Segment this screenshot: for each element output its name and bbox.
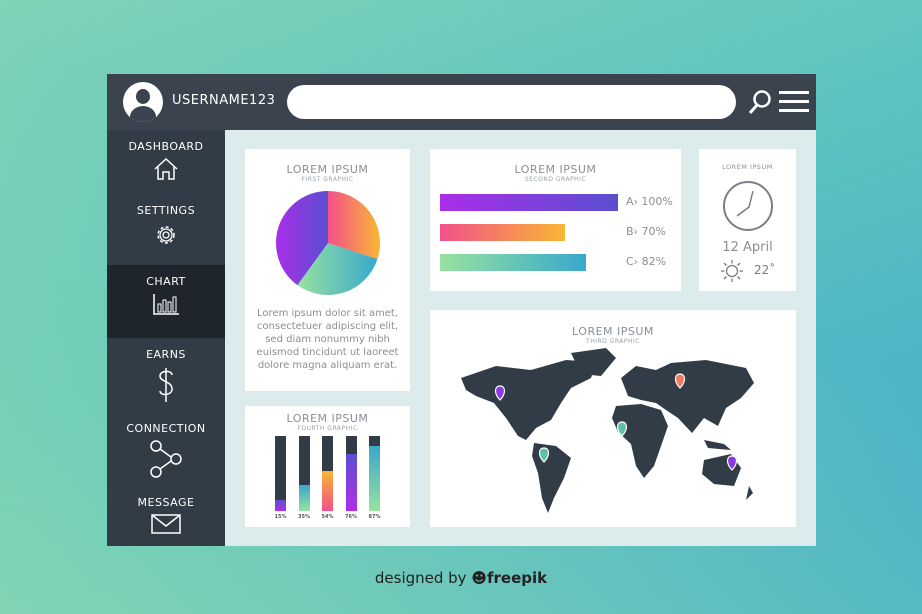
bar-label: B› 70% (626, 225, 666, 238)
bar-a (440, 194, 618, 211)
date-text: 12 April (722, 240, 773, 255)
sidebar-item-message[interactable]: MESSAGE (107, 486, 225, 558)
sun-icon (721, 260, 743, 282)
gear-icon (157, 226, 175, 244)
third-graphic-card: LOREM IPSUM THIRD GRAPHIC (430, 310, 796, 527)
envelope-icon (151, 514, 181, 534)
card-title: LOREM IPSUM (286, 412, 369, 425)
description-text: Lorem ipsum dolor sit amet, consectetuer… (256, 308, 399, 371)
top-bar: USERNAME123 (107, 74, 816, 130)
vertical-bar (275, 436, 286, 511)
sidebar-item-label: CONNECTION (126, 422, 206, 435)
bar-value-label: 35% (298, 514, 310, 520)
card-title: LOREM IPSUM (722, 163, 773, 171)
vertical-bar (322, 436, 333, 511)
bar-label: A› 100% (626, 195, 673, 208)
vertical-bar (298, 436, 310, 511)
sidebar-item-label: SETTINGS (136, 204, 196, 217)
vertical-bar (345, 436, 357, 511)
clock-icon (723, 181, 773, 231)
dollar-icon (159, 368, 173, 402)
card-title: LOREM IPSUM (572, 325, 654, 338)
second-graphic-card: LOREM IPSUM SECOND GRAPHIC A› 100% B› 70%… (430, 149, 681, 291)
sidebar: DASHBOARD SETTINGS CHART EARNS CONNECTIO… (107, 130, 225, 546)
footer-brand: freepik (486, 569, 548, 587)
username: USERNAME123 (172, 93, 276, 108)
fourth-graphic-card: LOREM IPSUM FOURTH GRAPHIC 15% 35% 54% 76% 8… (245, 406, 410, 527)
bar-value-label: 54% (321, 514, 334, 520)
sidebar-item-earns[interactable]: EARNS (107, 338, 225, 410)
menu-icon[interactable] (779, 90, 809, 114)
bar-value-label: 87% (368, 514, 381, 520)
bar-value-label: 15% (274, 514, 287, 520)
footer-credit: designed by ☻freepik (0, 569, 922, 587)
sidebar-item-label: CHART (146, 275, 186, 288)
world-map (461, 348, 754, 513)
card-subtitle: SECOND GRAPHIC (524, 176, 587, 183)
card-title: LOREM IPSUM (286, 163, 369, 176)
bar-chart-icon (153, 294, 179, 315)
vertical-bar (369, 436, 380, 511)
search-input[interactable] (287, 85, 736, 119)
bar-value-label: 76% (345, 514, 357, 520)
sidebar-item-connection[interactable]: CONNECTION (107, 412, 225, 484)
home-icon (154, 157, 178, 180)
clock-card: LOREM IPSUM 12 April 22˚ (699, 149, 796, 291)
user-avatar-icon[interactable] (123, 82, 163, 122)
bar-c (440, 254, 586, 271)
bar-b (440, 224, 565, 241)
sidebar-item-label: EARNS (146, 348, 186, 361)
bar-fill (275, 499, 286, 511)
sidebar-item-settings[interactable]: SETTINGS (107, 194, 225, 266)
card-title: LOREM IPSUM (514, 163, 597, 176)
footer-prefix: designed by (374, 569, 467, 587)
share-icon (150, 440, 182, 478)
first-graphic-card: LOREM IPSUM FIRST GRAPHIC Lorem ipsum do… (245, 149, 410, 391)
card-subtitle: FOURTH GRAPHIC (297, 425, 358, 432)
sidebar-item-dashboard[interactable]: DASHBOARD (107, 130, 225, 202)
freepik-logo-icon: ☻ (471, 569, 487, 587)
bar-fill (369, 445, 380, 511)
sidebar-item-label: DASHBOARD (128, 140, 204, 153)
search-icon[interactable] (747, 88, 773, 116)
sidebar-item-chart[interactable]: CHART (107, 265, 225, 338)
sidebar-item-label: MESSAGE (137, 496, 195, 509)
bar-fill (322, 470, 333, 511)
bar-fill (298, 484, 310, 511)
bar-fill (345, 454, 357, 511)
bar-label: C› 82% (626, 255, 667, 268)
temperature-text: 22˚ (754, 263, 776, 277)
card-subtitle: FIRST GRAPHIC (301, 176, 354, 183)
card-subtitle: THIRD GRAPHIC (586, 338, 640, 345)
dashboard-window: USERNAME123 DASHBOARD SETTINGS CHART EAR… (107, 74, 816, 546)
pie-chart (276, 191, 380, 295)
